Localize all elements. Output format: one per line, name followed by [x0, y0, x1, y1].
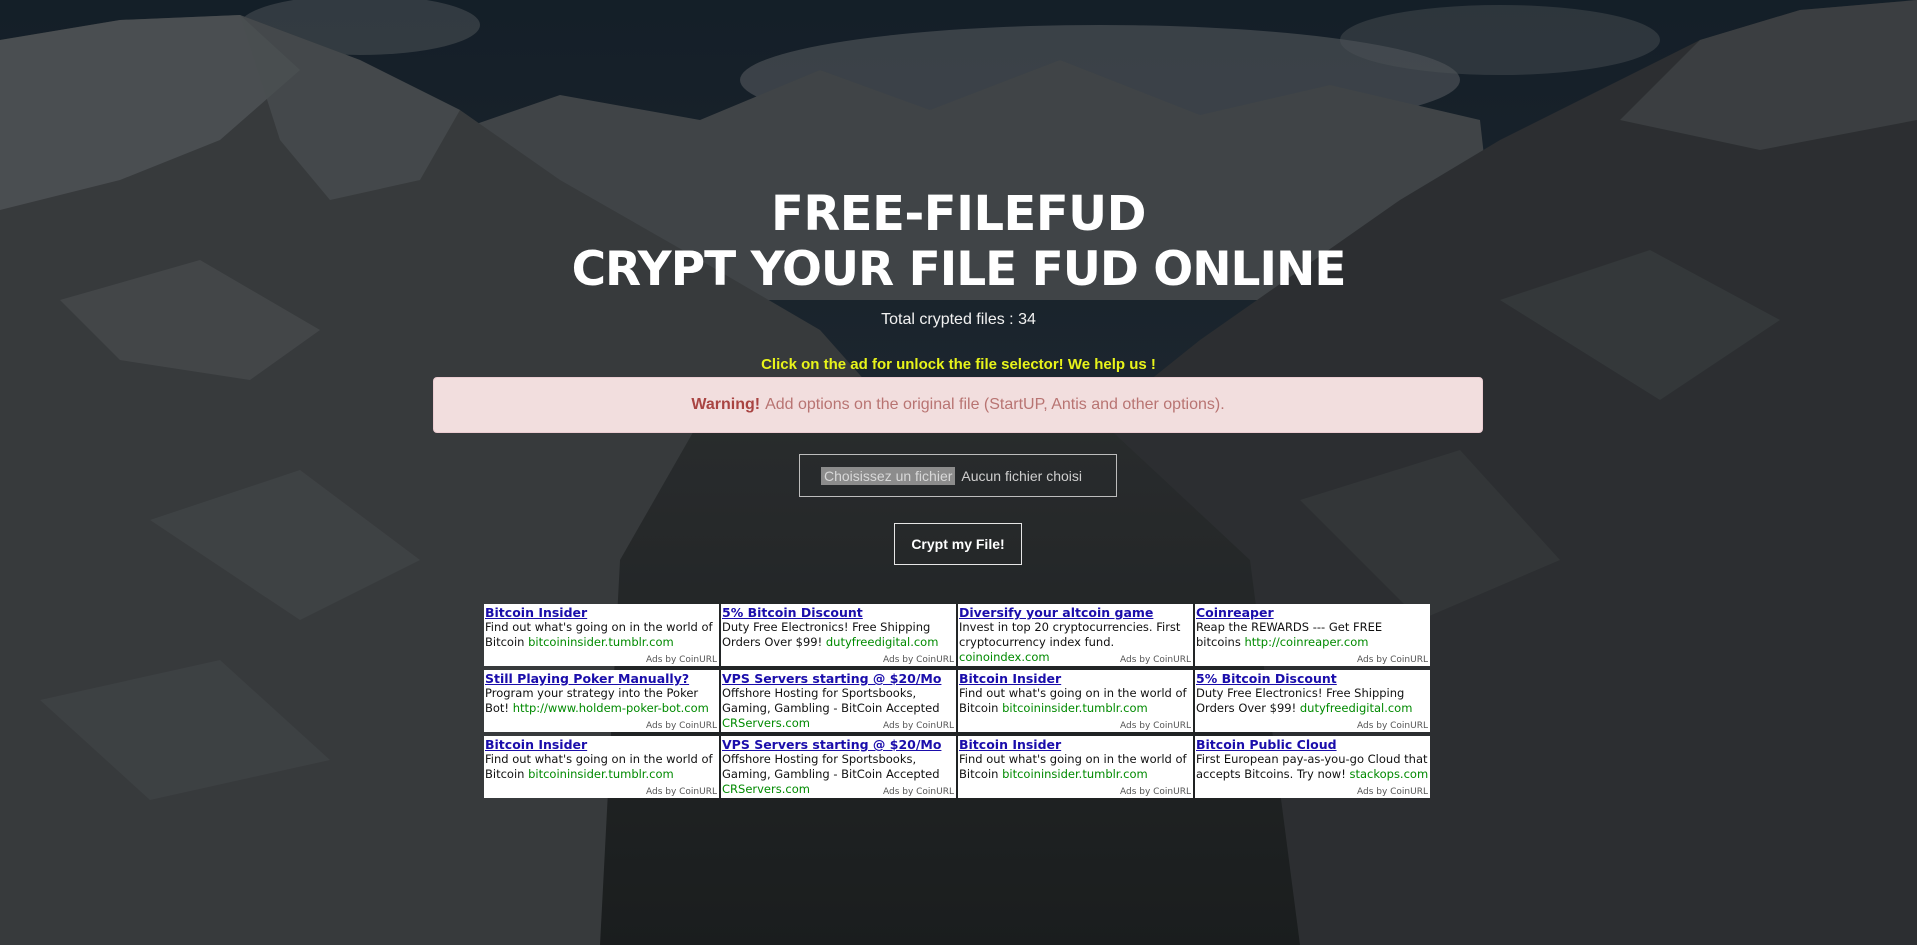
ad-url[interactable]: bitcoininsider.tumblr.com [528, 767, 674, 781]
warning-alert: Warning! Add options on the original fil… [433, 377, 1483, 433]
ad-credit[interactable]: Ads by CoinURL [1120, 721, 1191, 731]
ad-url[interactable]: bitcoininsider.tumblr.com [528, 635, 674, 649]
ad-title-link[interactable]: Bitcoin Insider [959, 737, 1192, 752]
ad-title-link[interactable]: Still Playing Poker Manually? [485, 671, 718, 686]
ad-credit[interactable]: Ads by CoinURL [1357, 721, 1428, 731]
ad-credit[interactable]: Ads by CoinURL [646, 721, 717, 731]
ad-credit[interactable]: Ads by CoinURL [883, 655, 954, 665]
warning-label: Warning! [691, 396, 761, 413]
ad-card[interactable]: 5% Bitcoin Discount Duty Free Electronic… [1195, 670, 1430, 732]
ad-card[interactable]: Bitcoin Insider Find out what's going on… [958, 736, 1193, 798]
ad-card[interactable]: Still Playing Poker Manually? Program yo… [484, 670, 719, 732]
ad-title-link[interactable]: VPS Servers starting @ $20/Mo [722, 737, 955, 752]
ad-card[interactable]: VPS Servers starting @ $20/Mo Offshore H… [721, 670, 956, 732]
ad-card[interactable]: Bitcoin Insider Find out what's going on… [958, 670, 1193, 732]
ad-url[interactable]: coinoindex.com [959, 650, 1050, 664]
ad-credit[interactable]: Ads by CoinURL [1357, 655, 1428, 665]
ad-url[interactable]: http://www.holdem-poker-bot.com [513, 701, 709, 715]
ad-credit[interactable]: Ads by CoinURL [646, 655, 717, 665]
ad-title-link[interactable]: VPS Servers starting @ $20/Mo [722, 671, 955, 686]
ad-description: Invest in top 20 cryptocurrencies. First… [959, 620, 1181, 649]
ad-url[interactable]: bitcoininsider.tumblr.com [1002, 701, 1148, 715]
page-title-line1: FREE-FILEFUD [771, 186, 1146, 242]
ad-title-link[interactable]: Coinreaper [1196, 605, 1429, 620]
ad-url[interactable]: stackops.com [1349, 767, 1428, 781]
file-input[interactable]: Choisissez un fichier Aucun fichier choi… [799, 454, 1117, 497]
ad-credit[interactable]: Ads by CoinURL [883, 721, 954, 731]
ad-title-link[interactable]: Bitcoin Public Cloud [1196, 737, 1429, 752]
ad-url[interactable]: CRServers.com [722, 716, 810, 730]
ad-credit[interactable]: Ads by CoinURL [646, 787, 717, 797]
ad-title-link[interactable]: Bitcoin Insider [959, 671, 1192, 686]
ad-description: Offshore Hosting for Sportsbooks, Gaming… [722, 686, 940, 715]
ad-url[interactable]: CRServers.com [722, 782, 810, 796]
ad-credit[interactable]: Ads by CoinURL [1120, 787, 1191, 797]
ad-unlock-notice: Click on the ad for unlock the file sele… [761, 356, 1156, 373]
ad-title-link[interactable]: 5% Bitcoin Discount [1196, 671, 1429, 686]
page-title-line2: CRYPT YOUR FILE FUD ONLINE [571, 242, 1347, 297]
warning-message: Add options on the original file (StartU… [765, 396, 1225, 413]
ad-grid: Bitcoin Insider Find out what's going on… [484, 604, 1431, 798]
ad-title-link[interactable]: Bitcoin Insider [485, 605, 718, 620]
ad-card[interactable]: Coinreaper Reap the REWARDS --- Get FREE… [1195, 604, 1430, 666]
ad-card[interactable]: Bitcoin Public Cloud First European pay-… [1195, 736, 1430, 798]
ad-title-link[interactable]: Bitcoin Insider [485, 737, 718, 752]
ad-card[interactable]: 5% Bitcoin Discount Duty Free Electronic… [721, 604, 956, 666]
ad-title-link[interactable]: Diversify your altcoin game [959, 605, 1192, 620]
file-status-text: Aucun fichier choisi [961, 467, 1083, 484]
ad-card[interactable]: Bitcoin Insider Find out what's going on… [484, 736, 719, 798]
ad-credit[interactable]: Ads by CoinURL [1357, 787, 1428, 797]
ad-card[interactable]: Bitcoin Insider Find out what's going on… [484, 604, 719, 666]
crypted-files-counter: Total crypted files : 34 [881, 311, 1036, 328]
ad-credit[interactable]: Ads by CoinURL [1120, 655, 1191, 665]
ad-credit[interactable]: Ads by CoinURL [883, 787, 954, 797]
ad-description: Offshore Hosting for Sportsbooks, Gaming… [722, 752, 940, 781]
ad-url[interactable]: bitcoininsider.tumblr.com [1002, 767, 1148, 781]
ad-url[interactable]: http://coinreaper.com [1245, 635, 1369, 649]
choose-file-button[interactable]: Choisissez un fichier [821, 466, 956, 485]
ad-url[interactable]: dutyfreedigital.com [1300, 701, 1413, 715]
ad-url[interactable]: dutyfreedigital.com [826, 635, 939, 649]
ad-card[interactable]: Diversify your altcoin game Invest in to… [958, 604, 1193, 666]
ad-title-link[interactable]: 5% Bitcoin Discount [722, 605, 955, 620]
crypt-file-button[interactable]: Crypt my File! [894, 523, 1022, 565]
ad-card[interactable]: VPS Servers starting @ $20/Mo Offshore H… [721, 736, 956, 798]
